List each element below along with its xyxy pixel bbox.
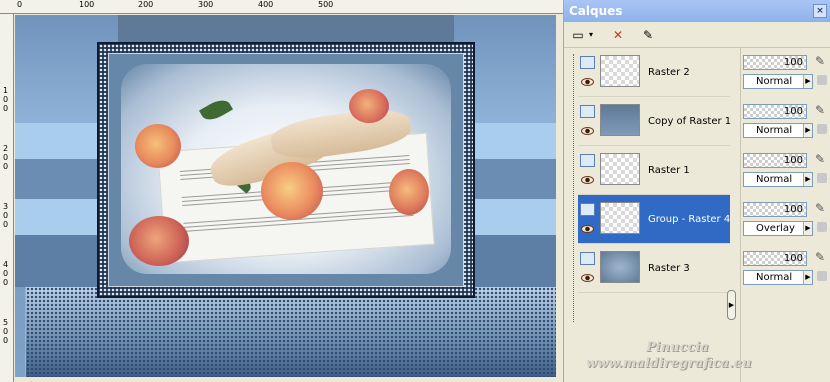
chevron-right-icon: ▶ xyxy=(803,173,812,186)
brush-icon[interactable]: ✎ xyxy=(815,103,825,117)
layer-thumbnail xyxy=(600,104,640,136)
ruler-label: 100 xyxy=(79,0,95,9)
ruler-label: 1 0 0 xyxy=(3,86,9,113)
chevron-right-icon: ▶ xyxy=(803,222,812,235)
layer-thumbnail xyxy=(600,202,640,234)
layer-type-icon xyxy=(580,56,595,69)
layer-props: 100 ✎ Normal ▶ xyxy=(741,48,830,97)
layer-name: Raster 3 xyxy=(648,263,690,274)
layer-thumbnail xyxy=(600,153,640,185)
layer-row[interactable]: Raster 3 xyxy=(578,244,730,293)
layers-list: Raster 2 Copy of Raster 1 Raster 1 Group… xyxy=(568,48,751,382)
layer-type-icon xyxy=(580,105,595,118)
layer-props: 100 ✎ Normal ▶ xyxy=(741,146,830,195)
ruler-label: 200 xyxy=(138,0,154,9)
layer-name: Group - Raster 4 xyxy=(648,214,731,225)
ruler-label: 4 0 0 xyxy=(3,260,9,287)
blend-mode-select[interactable]: Overlay ▶ xyxy=(743,221,813,236)
chevron-down-icon[interactable]: ▾ xyxy=(586,26,596,44)
chevron-right-icon: ▶ xyxy=(803,75,812,88)
opacity-slider[interactable]: 100 xyxy=(743,104,807,119)
chevron-right-icon[interactable]: ▶ xyxy=(727,290,736,320)
layer-properties-column: 100 ✎ Normal ▶ 100 ✎ Normal ▶ 100 ✎ Normal… xyxy=(740,48,830,382)
frame-inner xyxy=(108,53,464,287)
ruler-label: 0 xyxy=(17,0,23,9)
blend-mode-select[interactable]: Normal ▶ xyxy=(743,172,813,187)
rose xyxy=(261,162,323,220)
image-frame xyxy=(97,42,475,298)
rose xyxy=(389,169,429,215)
layer-thumbnail xyxy=(600,251,640,283)
delete-layer-icon[interactable]: ✕ xyxy=(608,26,628,44)
opacity-slider[interactable]: 100 xyxy=(743,251,807,266)
opacity-slider[interactable]: 100 xyxy=(743,202,807,217)
ruler-label: 500 xyxy=(318,0,334,9)
group-icon xyxy=(580,203,595,216)
blend-mode-select[interactable]: Normal ▶ xyxy=(743,270,813,285)
opacity-slider[interactable]: 100 xyxy=(743,55,807,70)
opacity-slider[interactable]: 100 xyxy=(743,153,807,168)
roses-pointe-shoes-photo xyxy=(121,64,451,274)
brush-icon[interactable]: ✎ xyxy=(815,250,825,264)
lock-icon[interactable] xyxy=(817,222,827,232)
lock-icon[interactable] xyxy=(817,173,827,183)
rose xyxy=(349,89,389,123)
layer-type-icon xyxy=(580,154,595,167)
brush-icon[interactable]: ✎ xyxy=(815,201,825,215)
lock-icon[interactable] xyxy=(817,75,827,85)
layer-name: Raster 1 xyxy=(648,165,690,176)
horizontal-ruler: 0 100 200 300 400 500 xyxy=(0,0,563,14)
layer-props: 100 ✎ Overlay ▶ xyxy=(741,195,830,244)
ruler-label: 400 xyxy=(258,0,274,9)
layer-thumbnail xyxy=(600,55,640,87)
blend-mode-select[interactable]: Normal ▶ xyxy=(743,74,813,89)
perspective-floor xyxy=(25,287,556,377)
layer-row[interactable]: Raster 2 xyxy=(578,48,730,97)
rose xyxy=(129,216,189,266)
lock-icon[interactable] xyxy=(817,271,827,281)
layer-name: Copy of Raster 1 xyxy=(648,116,732,127)
blend-mode-select[interactable]: Normal ▶ xyxy=(743,123,813,138)
eye-icon[interactable] xyxy=(581,78,594,86)
palette-titlebar[interactable]: Calques × xyxy=(564,0,830,22)
rose xyxy=(135,124,181,168)
layer-props: 100 ✎ Normal ▶ xyxy=(741,97,830,146)
chevron-right-icon: ▶ xyxy=(803,271,812,284)
group-guide-line xyxy=(573,54,577,322)
new-layer-icon[interactable]: ▭ xyxy=(568,26,588,44)
layer-row[interactable]: Raster 1 xyxy=(578,146,730,195)
layers-palette: Calques × ▭ ▾ ✕ ✎ Raster 2 Copy of Raste… xyxy=(563,0,830,382)
ruler-label: 2 0 0 xyxy=(3,144,9,171)
ruler-label: 3 0 0 xyxy=(3,202,9,229)
image-canvas[interactable] xyxy=(15,15,556,377)
layer-row[interactable]: Copy of Raster 1 xyxy=(578,97,732,146)
palette-title: Calques xyxy=(569,4,623,18)
eye-icon[interactable] xyxy=(581,127,594,135)
layer-type-icon xyxy=(580,252,595,265)
lock-icon[interactable] xyxy=(817,124,827,134)
palette-toolbar: ▭ ▾ ✕ ✎ xyxy=(564,22,830,48)
layer-properties-icon[interactable]: ✎ xyxy=(638,26,658,44)
ruler-label: 300 xyxy=(198,0,214,9)
brush-icon[interactable]: ✎ xyxy=(815,152,825,166)
eye-icon[interactable] xyxy=(581,225,594,233)
layer-props: 100 ✎ Normal ▶ xyxy=(741,244,830,293)
eye-icon[interactable] xyxy=(581,274,594,282)
layer-row-selected[interactable]: Group - Raster 4 xyxy=(578,195,730,244)
eye-icon[interactable] xyxy=(581,176,594,184)
close-icon[interactable]: × xyxy=(813,4,827,18)
layer-name: Raster 2 xyxy=(648,67,690,78)
chevron-right-icon: ▶ xyxy=(803,124,812,137)
ruler-label: 5 0 0 xyxy=(3,318,9,345)
leaf xyxy=(199,95,233,125)
vertical-ruler: 1 0 0 2 0 0 3 0 0 4 0 0 5 0 0 xyxy=(0,14,14,382)
brush-icon[interactable]: ✎ xyxy=(815,54,825,68)
